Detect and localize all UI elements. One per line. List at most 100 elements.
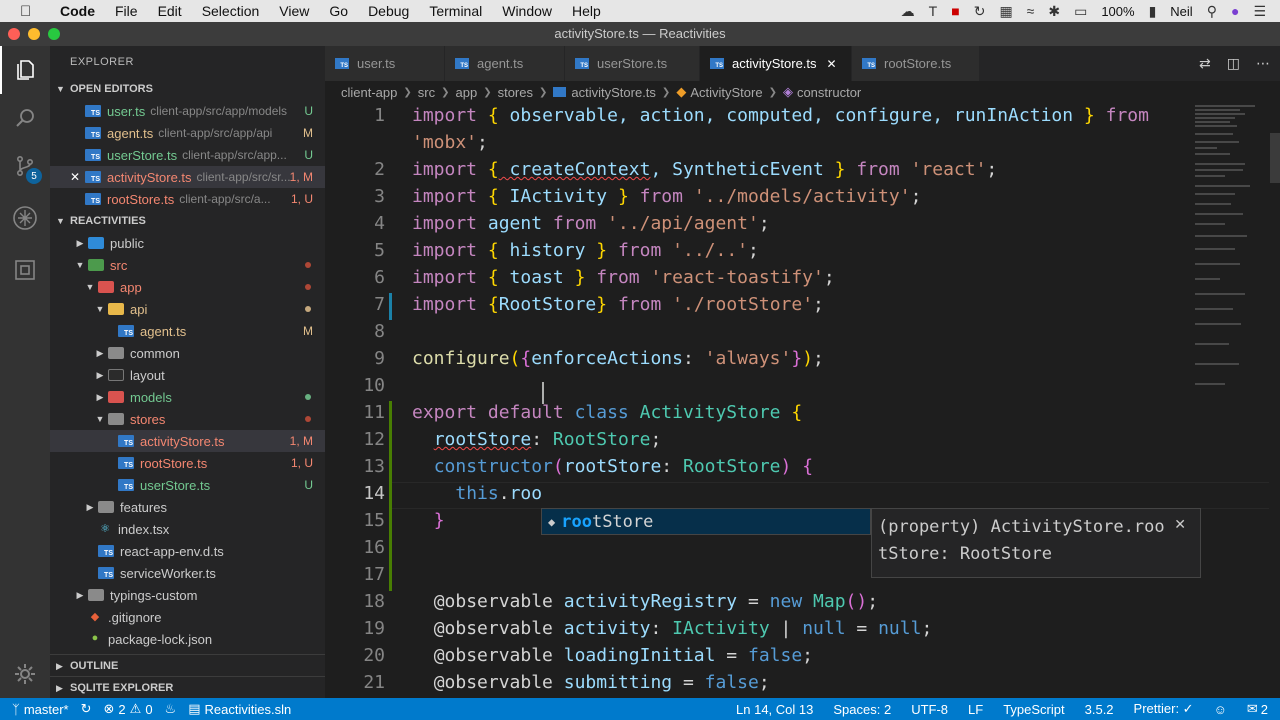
indentation[interactable]: Spaces: 2 — [833, 702, 891, 717]
text-tool-icon[interactable]: T — [929, 3, 938, 19]
tree-file-serviceworker[interactable]: TS serviceWorker.ts — [50, 562, 325, 584]
prettier-status[interactable]: Prettier: ✓ — [1134, 701, 1194, 717]
notifications[interactable]: ✉ 2 — [1247, 701, 1268, 717]
breadcrumb-item[interactable]: stores — [498, 85, 533, 100]
close-editor-icon[interactable]: ✕ — [70, 170, 80, 184]
tab-userstore[interactable]: TS userStore.ts — [565, 46, 700, 81]
tree-folder-public[interactable]: ▶ public — [50, 232, 325, 254]
project-header[interactable]: ▼ REACTIVITIES — [50, 210, 325, 232]
bluetooth-icon[interactable]: ✱ — [1048, 3, 1060, 20]
extensions-icon — [15, 260, 35, 280]
menu-app-code[interactable]: Code — [60, 3, 95, 19]
tree-folder-stores[interactable]: ▼ stores — [50, 408, 325, 430]
code-line-12: rootStore: RootStore; — [433, 429, 662, 450]
git-branch[interactable]: ᛉ master* — [12, 702, 69, 717]
sync-button[interactable]: ↻ — [81, 701, 92, 717]
tab-rootstore[interactable]: TS rootStore.ts — [852, 46, 980, 81]
menu-selection[interactable]: Selection — [202, 3, 260, 19]
menu-debug[interactable]: Debug — [368, 3, 409, 19]
extensions-activity[interactable] — [0, 246, 50, 294]
suggestion-item[interactable]: ◆ roo tStore — [542, 509, 870, 534]
tree-file-package-lock[interactable]: ● package-lock.json — [50, 628, 325, 650]
tree-folder-typings[interactable]: ▶ typings-custom — [50, 584, 325, 606]
tree-folder-src[interactable]: ▼ src — [50, 254, 325, 276]
tree-folder-models[interactable]: ▶ models — [50, 386, 325, 408]
breadcrumb-item[interactable]: constructor — [797, 85, 861, 100]
tree-file-react-app-env[interactable]: TS react-app-env.d.ts — [50, 540, 325, 562]
encoding[interactable]: UTF-8 — [911, 702, 948, 717]
git-file-icon: ◆ — [90, 611, 100, 623]
open-editor-rootstore[interactable]: TS rootStore.ts client-app/src/a... 1, U — [50, 188, 325, 210]
tree-file-rootstore[interactable]: TS rootStore.ts 1, U — [50, 452, 325, 474]
tree-file-gitignore[interactable]: ◆ .gitignore — [50, 606, 325, 628]
tree-file-index[interactable]: ⚛ index.tsx — [50, 518, 325, 540]
menu-terminal[interactable]: Terminal — [429, 3, 482, 19]
display-icon[interactable]: ▭ — [1074, 3, 1087, 20]
open-editor-userstore[interactable]: TS userStore.ts client-app/src/app... U — [50, 144, 325, 166]
notification-center-icon[interactable]: ☰ — [1253, 3, 1266, 20]
tab-activitystore[interactable]: TS activityStore.ts ✕ — [700, 46, 852, 81]
tree-file-userstore[interactable]: TS userStore.ts U — [50, 474, 325, 496]
tree-folder-features[interactable]: ▶ features — [50, 496, 325, 518]
menu-window[interactable]: Window — [502, 3, 552, 19]
tree-label: app — [120, 279, 142, 295]
menu-go[interactable]: Go — [329, 3, 348, 19]
explorer-activity[interactable] — [0, 46, 50, 94]
breadcrumb-item[interactable]: activityStore.ts — [571, 85, 656, 100]
tree-file-activitystore[interactable]: TS activityStore.ts 1, M — [50, 430, 325, 452]
tree-folder-app[interactable]: ▼ app — [50, 276, 325, 298]
minimap[interactable] — [1195, 103, 1270, 403]
search-activity[interactable] — [0, 94, 50, 142]
editor-scrollbar[interactable] — [1268, 103, 1280, 698]
solution-selector[interactable]: ▤ Reactivities.sln — [188, 701, 291, 717]
language-mode[interactable]: TypeScript — [1003, 702, 1064, 717]
battery-icon[interactable]: ▮ — [1149, 3, 1157, 20]
more-actions-icon[interactable]: ⋯ — [1256, 55, 1270, 72]
code-line-4: import agent from '../api/agent'; — [412, 213, 770, 234]
tree-folder-api[interactable]: ▼ api — [50, 298, 325, 320]
grid-icon[interactable]: ▦ — [999, 3, 1012, 20]
tab-agent[interactable]: TS agent.ts — [445, 46, 565, 81]
open-editors-header[interactable]: ▼ OPEN EDITORS — [50, 78, 325, 100]
close-icon[interactable]: ✕ — [1174, 512, 1186, 539]
menu-help[interactable]: Help — [572, 3, 601, 19]
flame-button[interactable]: ♨ — [165, 701, 177, 717]
close-tab-icon[interactable]: ✕ — [827, 57, 837, 71]
outline-header[interactable]: ▶ OUTLINE — [50, 654, 325, 676]
wifi-icon[interactable]: ≈ — [1027, 3, 1035, 19]
line-ending[interactable]: LF — [968, 702, 983, 717]
open-editor-agent[interactable]: TS agent.ts client-app/src/app/api M — [50, 122, 325, 144]
apple-icon[interactable]:  — [20, 3, 42, 20]
siri-icon[interactable]: ● — [1231, 3, 1239, 19]
open-editor-activitystore[interactable]: ✕ TS activityStore.ts client-app/src/sr.… — [50, 166, 325, 188]
open-editor-user[interactable]: TS user.ts client-app/src/app/models U — [50, 100, 325, 122]
split-editor-icon[interactable]: ◫ — [1227, 55, 1240, 72]
sqlite-explorer-header[interactable]: ▶ SQLITE EXPLORER — [50, 676, 325, 698]
tree-folder-layout[interactable]: ▶ layout — [50, 364, 325, 386]
scrollbar-thumb[interactable] — [1270, 133, 1280, 183]
cursor-position[interactable]: Ln 14, Col 13 — [736, 702, 813, 717]
breadcrumb-item[interactable]: src — [418, 85, 435, 100]
menu-file[interactable]: File — [115, 3, 138, 19]
spotlight-search-icon[interactable]: ⚲ — [1207, 3, 1217, 20]
cloud-icon[interactable]: ☁ — [901, 3, 915, 20]
ts-version[interactable]: 3.5.2 — [1085, 702, 1114, 717]
debug-activity[interactable] — [0, 194, 50, 242]
tree-file-agent[interactable]: TS agent.ts M — [50, 320, 325, 342]
code-editor[interactable]: 1 2 3 4 5 6 7 8 9 10 11 12 13 14 15 16 1… — [325, 103, 1280, 698]
breadcrumb-item[interactable]: app — [456, 85, 478, 100]
source-control-activity[interactable]: 5 — [0, 142, 50, 190]
record-icon[interactable]: ■ — [951, 3, 959, 19]
tree-folder-common[interactable]: ▶ common — [50, 342, 325, 364]
user-name[interactable]: Neil — [1170, 4, 1192, 19]
time-machine-icon[interactable]: ↻ — [974, 3, 986, 20]
menu-edit[interactable]: Edit — [158, 3, 182, 19]
tab-user[interactable]: TS user.ts — [325, 46, 445, 81]
breadcrumb-item[interactable]: client-app — [341, 85, 397, 100]
feedback-icon[interactable]: ☺ — [1214, 702, 1227, 717]
problems-indicator[interactable]: ⊗ 2 ⚠ 0 — [104, 701, 153, 717]
settings-activity[interactable] — [0, 650, 50, 698]
breadcrumb-item[interactable]: ActivityStore — [690, 85, 762, 100]
menu-view[interactable]: View — [279, 3, 309, 19]
open-changes-icon[interactable]: ⇄ — [1199, 55, 1211, 72]
